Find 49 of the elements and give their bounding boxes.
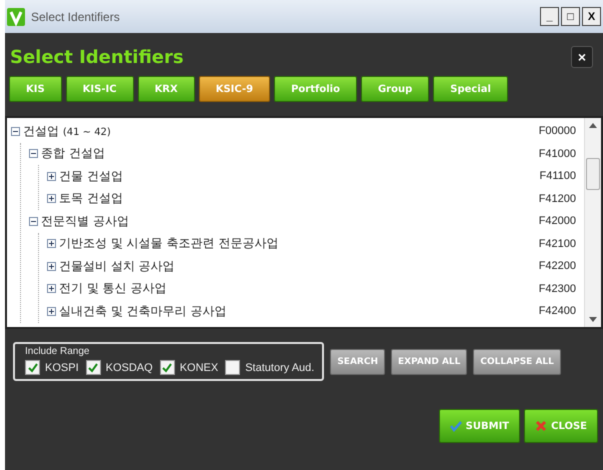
code-label: F42300 <box>538 282 577 295</box>
checkbox[interactable] <box>225 360 240 375</box>
tree-item[interactable]: 건물 건설업 <box>59 168 536 185</box>
code-label: F42200 <box>538 260 577 272</box>
window-control-button[interactable]: □ <box>561 7 580 26</box>
close-button[interactable]: × <box>571 46 593 68</box>
check-icon <box>450 420 462 432</box>
checkbox-label: KONEX <box>180 362 218 374</box>
expand-icon[interactable] <box>47 262 56 271</box>
code-label: F00000 <box>538 125 577 138</box>
expand-icon[interactable] <box>47 239 56 248</box>
tree-item[interactable]: 토목 건설업 <box>59 190 536 208</box>
code-label: F41100 <box>540 170 577 182</box>
window-control-button[interactable]: _ <box>540 7 559 26</box>
checkbox-label: KOSDAQ <box>106 362 153 374</box>
scroll-up-icon[interactable] <box>589 123 597 128</box>
collapse-icon[interactable] <box>29 216 38 226</box>
close-icon <box>535 420 548 432</box>
expand-icon[interactable] <box>47 172 56 181</box>
scrollbar[interactable] <box>584 118 601 327</box>
code-label: F41200 <box>538 192 577 205</box>
tree-item[interactable]: 전문직별 공사업 <box>41 212 536 230</box>
expand-icon[interactable] <box>47 284 56 294</box>
window-control-button[interactable]: X <box>582 7 601 26</box>
checkbox-label: Statutory Aud. <box>245 362 314 374</box>
scroll-thumb[interactable] <box>586 158 600 190</box>
checkbox[interactable] <box>86 360 101 375</box>
collapse-icon[interactable] <box>11 126 20 136</box>
logo-icon <box>7 8 25 26</box>
tree-item[interactable]: 전기 및 통신 공사업 <box>59 280 536 298</box>
tree-item[interactable]: 종합 건설업 <box>41 145 536 162</box>
checkbox-label: KOSPI <box>45 362 79 374</box>
tree-item[interactable]: 건물설비 설치 공사업 <box>59 258 536 275</box>
tree-item[interactable]: 실내건축 및 건축마무리 공사업 <box>59 302 536 320</box>
scroll-down-icon[interactable] <box>589 317 597 322</box>
checkbox[interactable] <box>160 360 175 375</box>
collapse-icon[interactable] <box>29 149 38 158</box>
code-label: F42100 <box>538 238 577 250</box>
expand-icon[interactable] <box>47 194 56 204</box>
tree-item[interactable]: 건설업 (41 ~ 42) <box>23 122 536 140</box>
expand-icon[interactable] <box>47 306 56 316</box>
code-label: F41000 <box>538 148 577 160</box>
group-title: Include Range <box>25 346 90 357</box>
checkbox[interactable] <box>25 360 40 375</box>
code-label: F42400 <box>538 305 577 318</box>
tree-item[interactable]: 기반조성 및 시설물 축조관련 전문공사업 <box>59 235 536 252</box>
code-label: F42000 <box>538 215 577 228</box>
window-title: Select Identifiers <box>31 10 121 24</box>
dialog-title: Select Identifiers <box>10 46 184 68</box>
